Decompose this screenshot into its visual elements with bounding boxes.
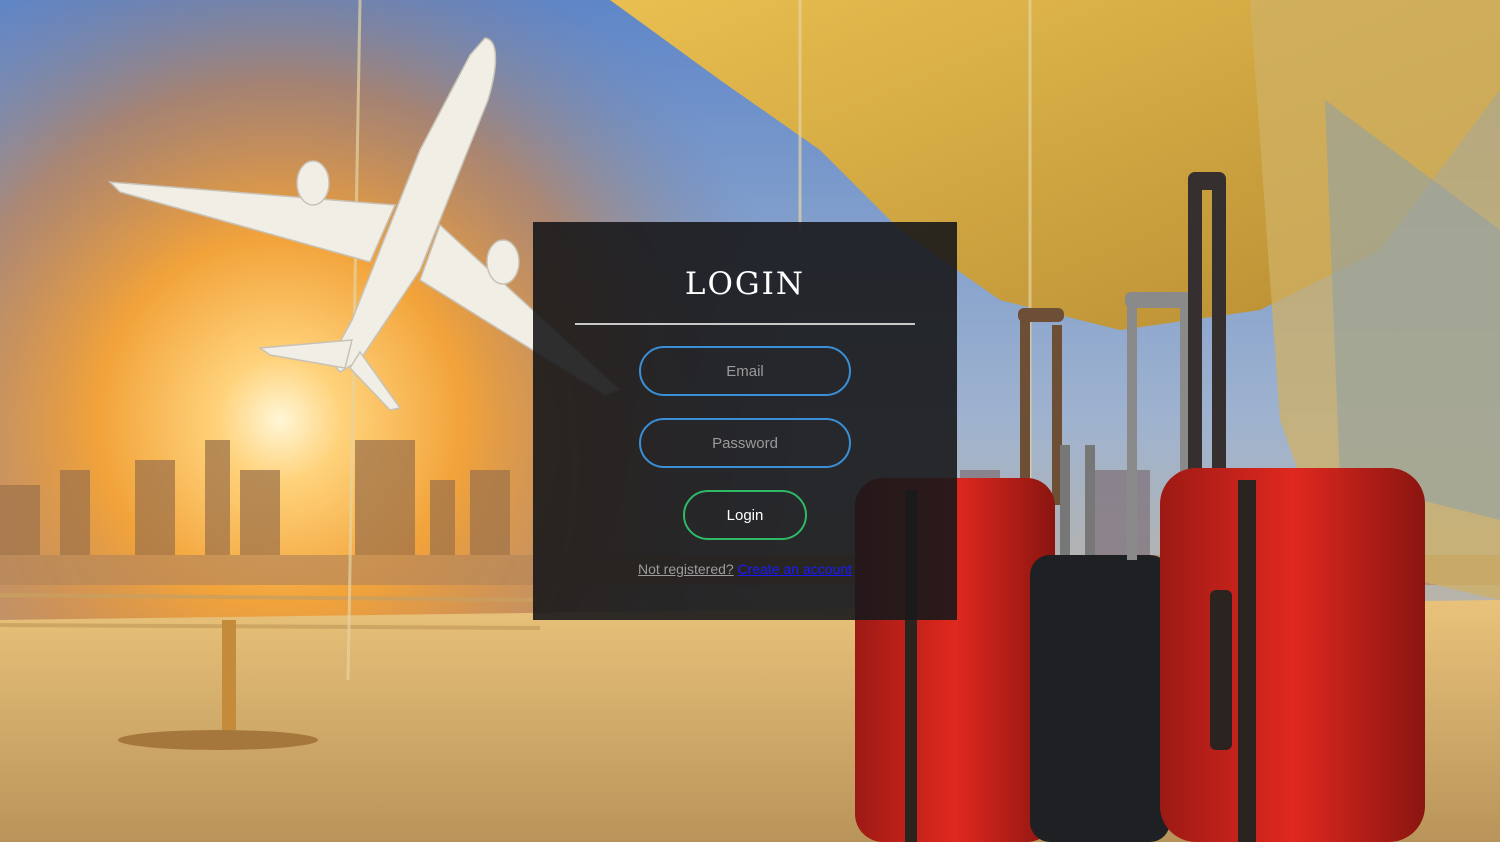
login-button[interactable]: Login: [683, 490, 807, 540]
title-divider: [575, 323, 915, 325]
login-page: LOGIN Login Not registered? Create an ac…: [0, 0, 1500, 842]
login-panel: LOGIN Login Not registered? Create an ac…: [533, 222, 957, 620]
email-input[interactable]: [639, 346, 851, 396]
password-input[interactable]: [639, 418, 851, 468]
login-title: LOGIN: [684, 266, 806, 302]
create-account-link[interactable]: Create an account: [738, 561, 852, 577]
register-prompt: Not registered?: [637, 561, 734, 577]
register-line: Not registered? Create an account: [533, 561, 957, 577]
